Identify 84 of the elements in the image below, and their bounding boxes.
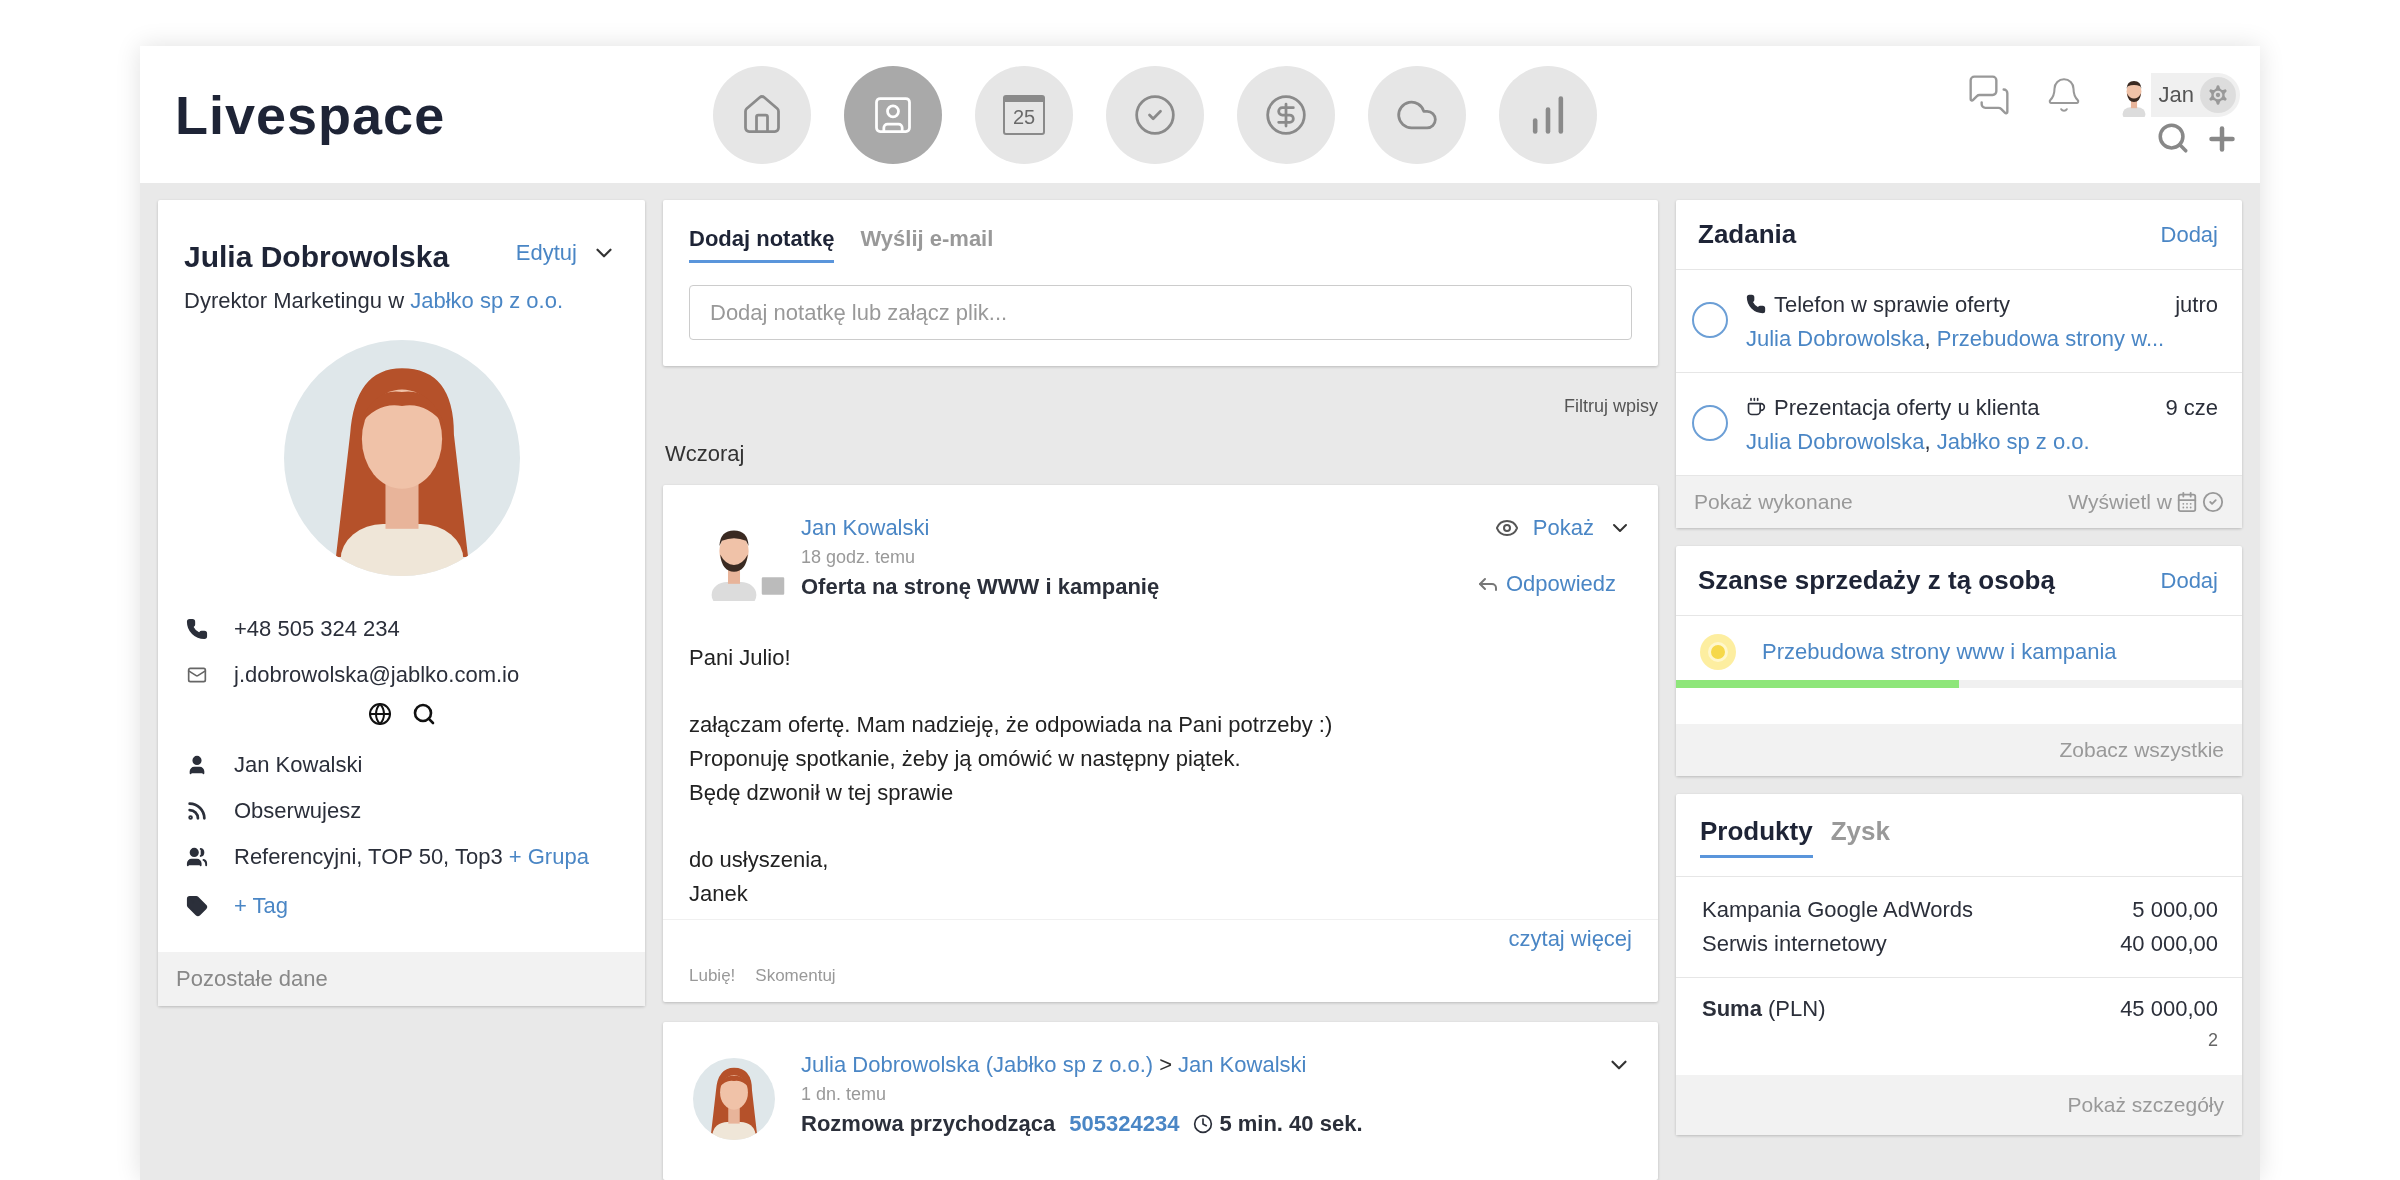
- livespace-logo[interactable]: Livespace: [175, 83, 446, 146]
- phone-number: +48 505 324 234: [234, 616, 400, 642]
- edit-button[interactable]: Edytuj: [515, 240, 617, 266]
- contact-name: Julia Dobrowolska: [184, 240, 450, 274]
- author-link[interactable]: Julia Dobrowolska (Jabłko sp z o.o.): [801, 1052, 1154, 1077]
- phone-number-link[interactable]: 505324234: [1069, 1111, 1180, 1137]
- globe-icon[interactable]: [367, 702, 392, 726]
- read-more-link[interactable]: czytaj więcej: [1508, 926, 1632, 952]
- calendar-icon: 25: [1003, 94, 1045, 135]
- message-paragraph: Pani Julio!: [689, 644, 792, 672]
- author-link[interactable]: Jan Kowalski: [801, 521, 930, 538]
- composer-tab[interactable]: Dodaj notatkę: [689, 226, 835, 263]
- tag-icon: [186, 895, 208, 917]
- products-tab[interactable]: Zysk: [1830, 816, 1890, 858]
- product-amount: 5 000,00: [2132, 896, 2218, 924]
- email-address: j.dobrowolska@jablko.com.io: [234, 662, 520, 688]
- total-amount: 45 000,00: [2120, 995, 2218, 1023]
- task-link[interactable]: Przebudowa strony w...: [1936, 326, 2165, 351]
- company-link[interactable]: Jabłko sp z o.o.: [410, 288, 564, 313]
- recipient-link[interactable]: Jan Kowalski: [1178, 1052, 1307, 1077]
- separator-text: >: [1159, 1052, 1172, 1077]
- task-title: Prezentacja oferty u klienta: [1746, 395, 2040, 421]
- panel-title: Zadania: [1698, 219, 1797, 250]
- add-button[interactable]: Dodaj: [2160, 567, 2218, 594]
- check-circle-icon: [1133, 92, 1177, 137]
- composer-tab[interactable]: Wyślij e-mail: [860, 226, 994, 263]
- day-heading: Wczoraj: [664, 440, 746, 468]
- product-name: Serwis internetowy: [1702, 930, 1887, 958]
- task-due: jutro: [2175, 292, 2218, 318]
- call-duration: 5 min. 40 sek.: [1219, 1111, 1363, 1137]
- entry-subject: Rozmowa przychodząca: [801, 1111, 1056, 1137]
- comma-text: ,: [1924, 429, 1932, 454]
- phone-icon: [186, 618, 208, 640]
- task-title: Telefon w sprawie oferty: [1746, 292, 2010, 318]
- message-paragraph: do usłyszenia, Janek: [689, 846, 830, 908]
- entry-action[interactable]: Lubię!: [689, 966, 736, 986]
- message-paragraph: załączam ofertę. Mam nadzieję, że odpowiada na Pani potrzeby :) Proponuję spotkanie, żeby ją omówić w następny piątek. Będę dzwonił w tej sprawie: [689, 711, 1334, 807]
- show-done-button[interactable]: Pokaż wykonane: [1694, 490, 1853, 514]
- clock-icon: [1193, 1114, 1214, 1134]
- panel-title: Szanse sprzedaży z tą osobą: [1698, 565, 2055, 596]
- add-link[interactable]: + Grupa: [508, 844, 589, 869]
- rss-icon: [186, 800, 208, 822]
- search-icon[interactable]: [411, 702, 436, 726]
- chat-icon[interactable]: [1966, 72, 2011, 117]
- user-menu[interactable]: Jan: [2116, 72, 2240, 117]
- show-button[interactable]: Pokaż: [1494, 515, 1632, 541]
- detail-text: Jan Kowalski: [234, 752, 363, 777]
- dollar-icon: [1264, 92, 1308, 137]
- entry-subject: Oferta na stronę WWW i kampanię: [801, 574, 1161, 600]
- check-circle-icon[interactable]: [2202, 491, 2224, 513]
- note-input-field[interactable]: Dodaj notatkę lub załącz plik...: [689, 285, 1632, 340]
- total-label: Suma (PLN): [1702, 995, 1826, 1023]
- task-checkbox[interactable]: [1692, 405, 1728, 441]
- entry-time: 1 dn. temu: [801, 1084, 888, 1105]
- task-link[interactable]: Julia Dobrowolska: [1746, 429, 1925, 454]
- add-link[interactable]: + Tag: [234, 893, 289, 918]
- detail-text: Referencyjni, TOP 50, Top3: [234, 844, 503, 869]
- filter-button[interactable]: Filtruj wpisy: [1564, 396, 1658, 417]
- products-tab[interactable]: Produkty: [1700, 816, 1813, 858]
- task-checkbox[interactable]: [1692, 302, 1728, 338]
- calendar-tab[interactable]: 25: [975, 65, 1073, 164]
- task-due: 9 cze: [2165, 395, 2218, 421]
- product-amount: 40 000,00: [2120, 930, 2218, 958]
- task-link[interactable]: Julia Dobrowolska: [1746, 326, 1925, 351]
- reply-button[interactable]: Odpowiedz: [1475, 571, 1616, 597]
- deal-status-icon: [1700, 634, 1736, 670]
- entry-action[interactable]: Skomentuj: [755, 966, 836, 986]
- product-count: 2: [2207, 1029, 2219, 1051]
- view-in-label: Wyświetl w: [2068, 490, 2172, 514]
- details-button[interactable]: Pokaż szczegóły: [2067, 1093, 2224, 1117]
- comma-text: ,: [1924, 326, 1932, 351]
- contact-position: Dyrektor Marketingu w Jabłko sp z o.o.: [183, 287, 565, 314]
- task-link[interactable]: Jabłko sp z o.o.: [1936, 429, 2090, 454]
- product-name: Kampania Google AdWords: [1702, 896, 1974, 924]
- coffee-icon: [1746, 397, 1766, 417]
- see-all-button[interactable]: Zobacz wszystkie: [2059, 738, 2224, 762]
- phone-icon: [1746, 294, 1766, 314]
- entry-time: 18 godz. temu: [801, 547, 917, 568]
- deal-link[interactable]: Przebudowa strony www i kampania: [1762, 639, 2117, 665]
- detail-text: Obserwujesz: [234, 798, 362, 823]
- group-icon: [186, 846, 208, 868]
- calendar-icon[interactable]: [2176, 491, 2198, 513]
- add-button[interactable]: Dodaj: [2160, 221, 2218, 248]
- more-data-link[interactable]: Pozostałe dane: [158, 952, 645, 1006]
